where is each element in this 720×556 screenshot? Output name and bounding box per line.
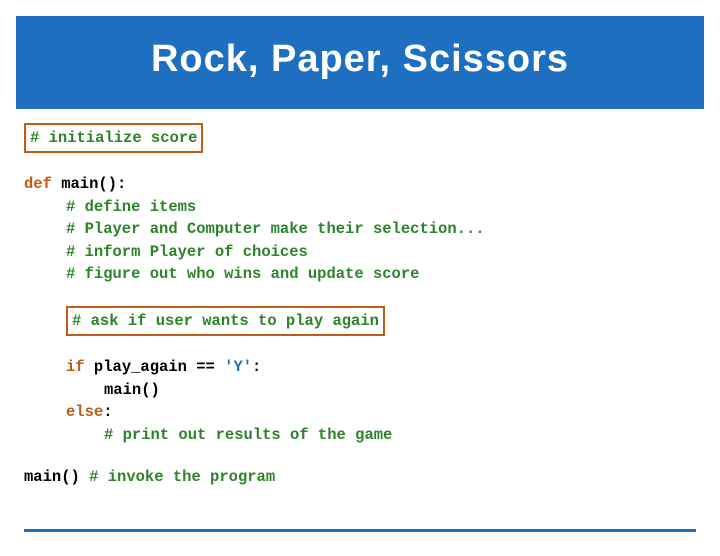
line-ask: # ask if user wants to play again <box>24 306 696 336</box>
line-define: # define items <box>24 196 696 218</box>
title-text: Rock, Paper, Scissors <box>151 38 569 80</box>
blank-line <box>24 446 696 466</box>
line-def: def main(): <box>24 173 696 195</box>
blank-line <box>24 336 696 356</box>
colon: : <box>252 358 261 376</box>
line-if: if play_again == 'Y': <box>24 356 696 378</box>
comment-ask: # ask if user wants to play again <box>66 306 385 336</box>
comment-figure: # figure out who wins and update score <box>24 263 419 285</box>
main-call: main() <box>24 379 160 401</box>
blank-line <box>24 286 696 306</box>
line-print: # print out results of the game <box>24 424 696 446</box>
comment-player: # Player and Computer make their selecti… <box>24 218 485 240</box>
colon: : <box>103 403 112 421</box>
comment-inform: # inform Player of choices <box>24 241 308 263</box>
main-bottom: main() <box>24 468 89 486</box>
line-main-call: main() <box>24 379 696 401</box>
line-inform: # inform Player of choices <box>24 241 696 263</box>
line-figure: # figure out who wins and update score <box>24 263 696 285</box>
line-invoke: main() # invoke the program <box>24 466 696 488</box>
comment-initialize: # initialize score <box>24 123 203 153</box>
comment-invoke: # invoke the program <box>89 468 275 486</box>
keyword-else: else <box>66 403 103 421</box>
line-player: # Player and Computer make their selecti… <box>24 218 696 240</box>
comment-print: # print out results of the game <box>24 424 392 446</box>
bottom-rule <box>24 529 696 532</box>
main-signature: main(): <box>52 175 126 193</box>
blank-line <box>24 153 696 173</box>
if-condition: play_again == <box>85 358 225 376</box>
comment-define: # define items <box>24 196 196 218</box>
keyword-if: if <box>66 358 85 376</box>
code-block: # initialize score def main(): # define … <box>0 109 720 489</box>
line-init: # initialize score <box>24 123 696 153</box>
keyword-def: def <box>24 175 52 193</box>
slide-title: Rock, Paper, Scissors <box>16 16 704 109</box>
line-else: else: <box>24 401 696 423</box>
string-y: 'Y' <box>224 358 252 376</box>
